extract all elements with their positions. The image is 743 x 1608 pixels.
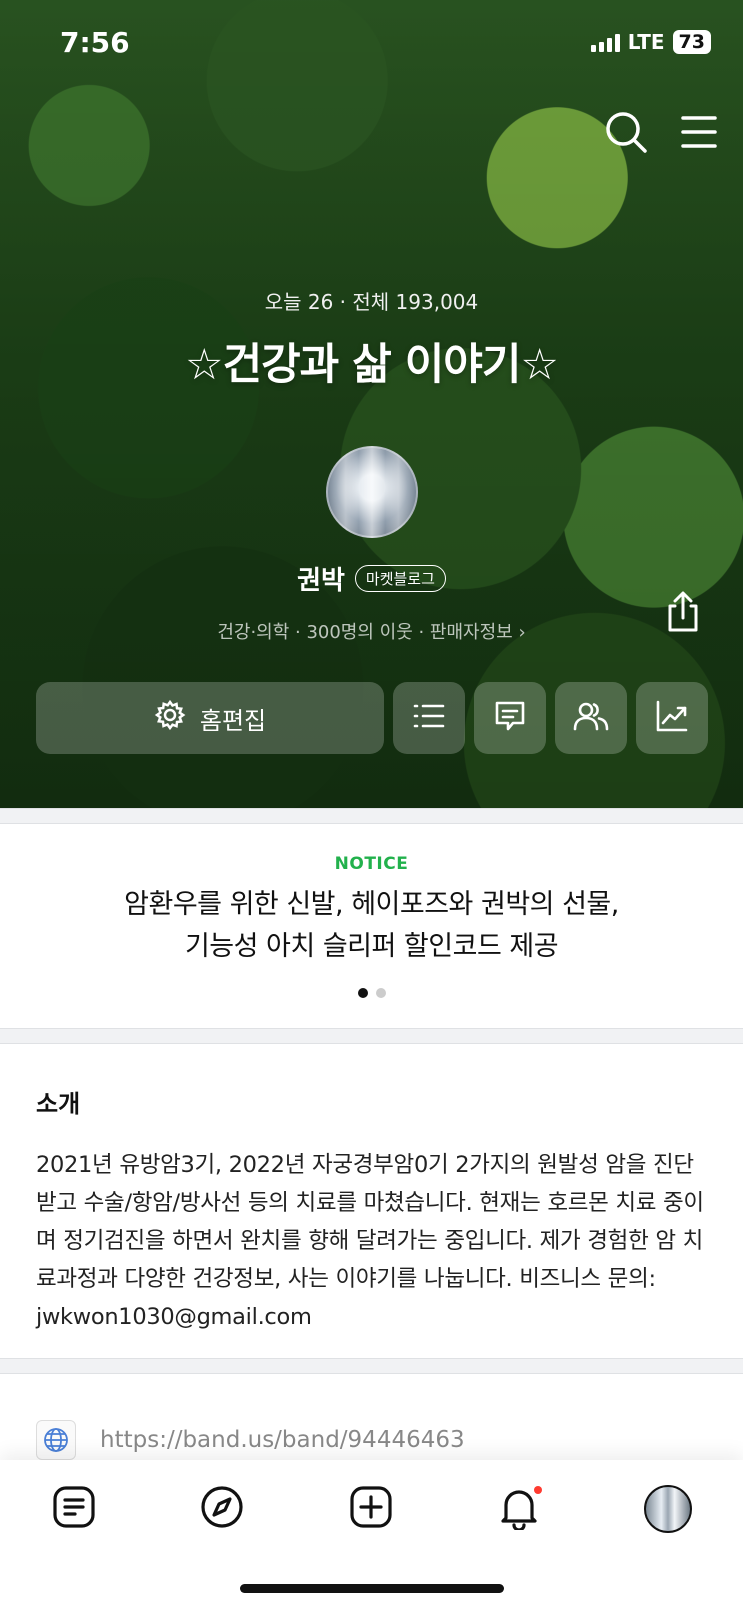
avatar	[644, 1485, 692, 1533]
tab-explore[interactable]	[197, 1484, 247, 1534]
status-time: 7:56	[60, 26, 130, 59]
tab-write[interactable]	[346, 1484, 396, 1534]
notice-line-1: 암환우를 위한 신발, 헤이포즈와 권박의 선물,	[124, 889, 619, 920]
menu-icon[interactable]	[675, 108, 723, 156]
globe-icon	[36, 1420, 76, 1460]
external-link-url[interactable]: https://band.us/band/94446463	[100, 1427, 465, 1453]
tab-my-profile[interactable]	[643, 1484, 693, 1534]
feed-icon	[51, 1484, 97, 1534]
home-edit-button[interactable]: 홈편집	[36, 682, 384, 754]
gear-icon	[154, 699, 186, 737]
home-edit-label: 홈편집	[199, 706, 267, 735]
pagination-dot[interactable]	[375, 988, 386, 998]
comment-icon	[493, 699, 527, 737]
share-icon[interactable]	[663, 590, 703, 634]
search-icon[interactable]	[602, 108, 650, 156]
profile-avatar[interactable]	[326, 446, 418, 538]
list-icon	[412, 701, 446, 735]
profile-name[interactable]: 권박	[297, 560, 345, 597]
guestbook-button[interactable]	[474, 682, 546, 754]
signal-icon	[590, 32, 620, 52]
intro-title: 소개	[36, 1090, 81, 1118]
profile-name-row: 권박 마켓블로그	[0, 560, 743, 597]
market-blog-badge[interactable]: 마켓블로그	[354, 565, 446, 592]
stats-button[interactable]	[636, 682, 708, 754]
status-indicators: LTE 73	[590, 30, 711, 54]
compass-icon	[199, 1484, 245, 1534]
visitor-count: 오늘 26 · 전체 193,004	[264, 290, 479, 314]
network-type: LTE	[627, 30, 665, 54]
stats-icon	[655, 699, 689, 737]
section-divider	[0, 1358, 743, 1374]
tab-notifications[interactable]	[494, 1484, 544, 1534]
bottom-tab-bar	[0, 1460, 743, 1608]
notice-line-2: 기능성 아치 슬리퍼 할인코드 제공	[184, 931, 559, 962]
post-list-button[interactable]	[393, 682, 465, 754]
notice-pagination	[0, 988, 743, 998]
notice-label: NOTICE	[334, 854, 409, 874]
pagination-dot-active[interactable]	[357, 988, 368, 998]
add-post-icon	[348, 1484, 394, 1534]
home-indicator	[240, 1584, 504, 1593]
battery-level: 73	[672, 30, 711, 54]
section-divider	[0, 1028, 743, 1044]
blog-title[interactable]: ☆건강과 삶 이야기☆	[0, 330, 743, 392]
intro-body: 2021년 유방암3기, 2022년 자궁경부암0기 2가지의 원발성 암을 진…	[36, 1152, 704, 1330]
neighbors-button[interactable]	[555, 682, 627, 754]
notice-banner[interactable]: 암환우를 위한 신발, 헤이포즈와 권박의 선물, 기능성 아치 슬리퍼 할인코…	[0, 884, 743, 968]
section-divider	[0, 808, 743, 824]
neighbors-icon	[573, 700, 609, 736]
tab-feed[interactable]	[49, 1484, 99, 1534]
profile-meta[interactable]: 건강·의학 · 300명의 이웃 · 판매자정보 ›	[0, 618, 743, 644]
external-link-row[interactable]: https://band.us/band/94446463	[36, 1420, 465, 1460]
blog-header-cover: 7:56 LTE 73 오늘 26 · 전체 193,004 ☆건강과 삶 이야…	[0, 0, 743, 808]
notification-dot	[534, 1486, 542, 1494]
